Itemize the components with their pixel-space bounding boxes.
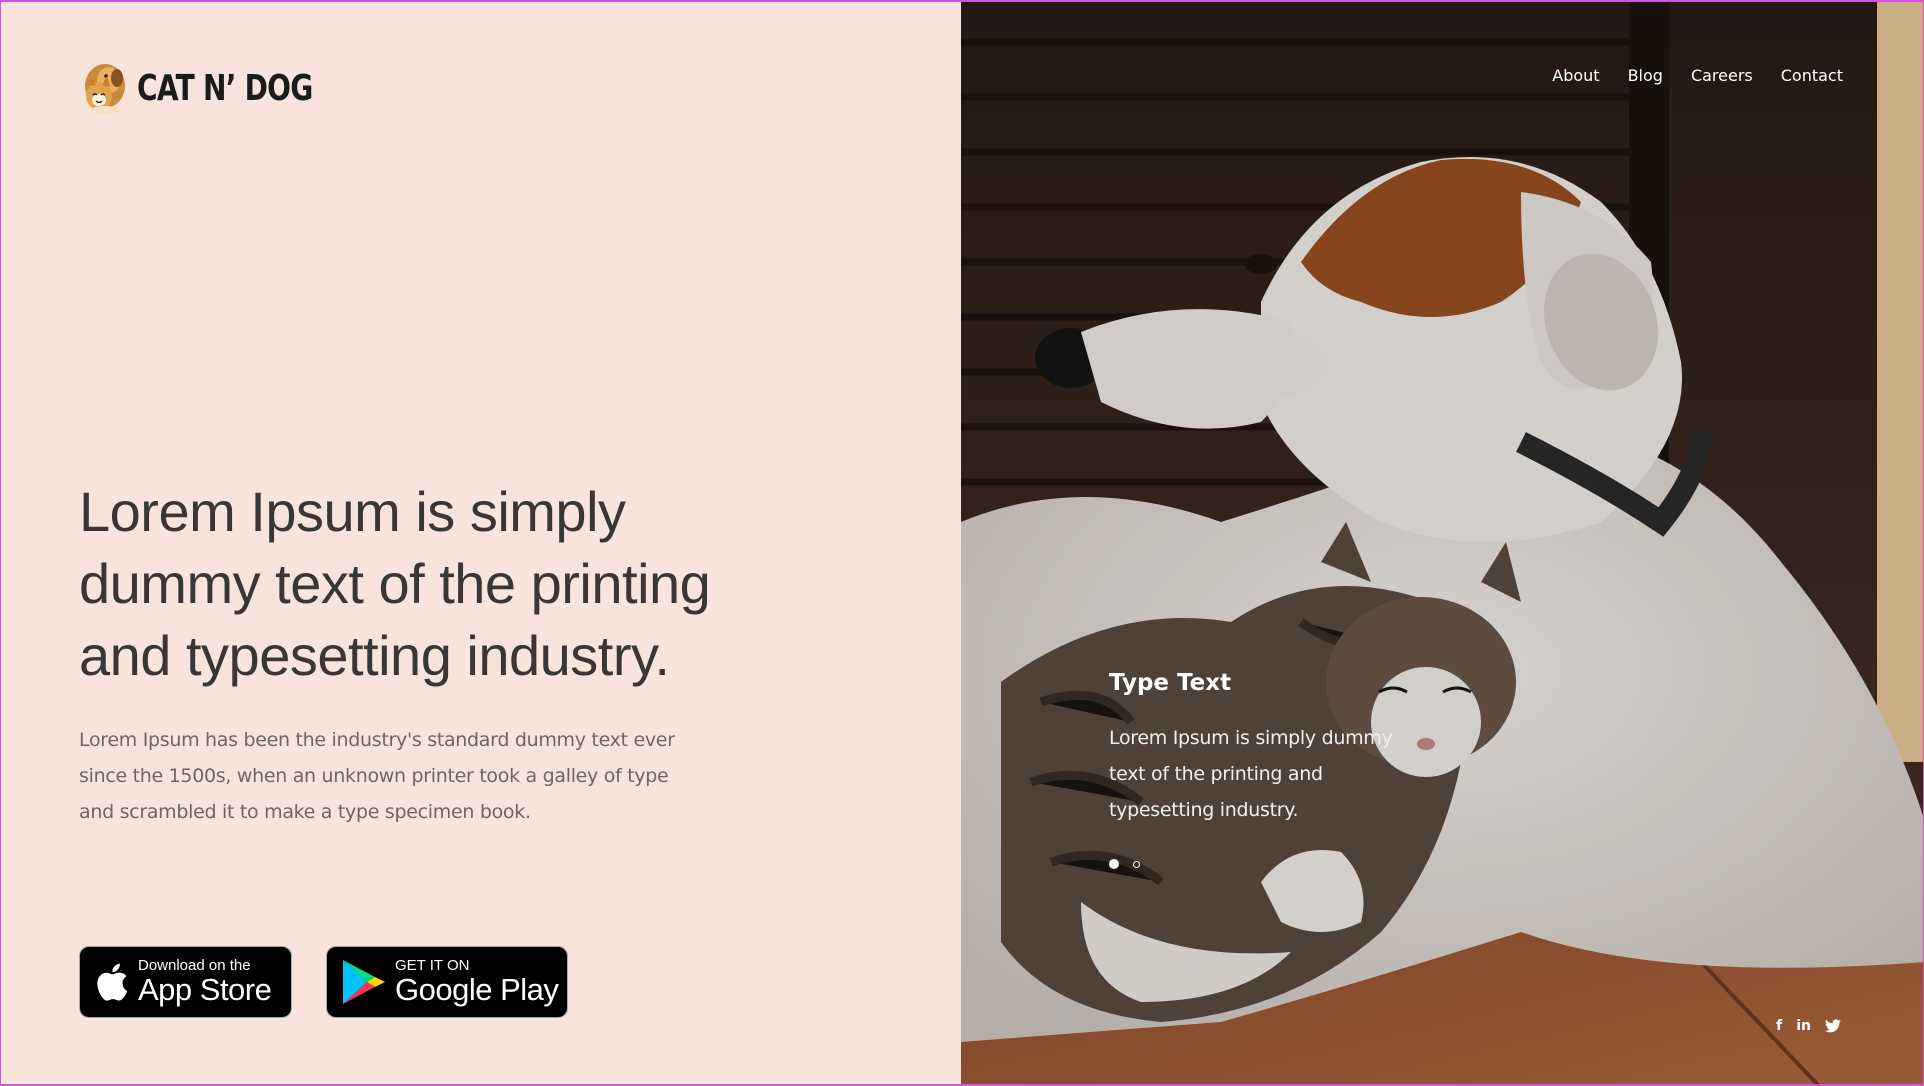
slide-caption: Type Text Lorem Ipsum is simply dummy te… [1109, 670, 1419, 828]
app-store-button[interactable]: Download on the App Store [79, 946, 292, 1018]
top-nav: About Blog Careers Contact [1552, 66, 1843, 85]
slide-dot-2[interactable] [1133, 860, 1140, 868]
slide-title: Type Text [1109, 670, 1232, 696]
app-store-big-label: App Store [138, 972, 272, 1007]
linkedin-icon[interactable]: in [1796, 1018, 1811, 1034]
hero-description: Lorem Ipsum has been the industry's stan… [79, 729, 675, 823]
slide-indicator [1109, 859, 1140, 869]
slide-dot-1[interactable] [1109, 859, 1119, 869]
apple-icon [97, 963, 128, 1001]
google-play-button[interactable]: GET IT ON Google Play [326, 946, 568, 1018]
slide-text: Lorem Ipsum is simply dummy text of the … [1109, 727, 1393, 821]
google-play-big-label: Google Play [395, 972, 559, 1007]
brand-logo[interactable]: CAT N’ DOG [79, 60, 362, 116]
facebook-icon[interactable]: f [1776, 1018, 1782, 1034]
right-panel: About Blog Careers Contact Type Text Lor… [961, 2, 1923, 1084]
left-panel: CAT N’ DOG Lorem Ipsum is simply dummy t… [1, 2, 961, 1084]
nav-about[interactable]: About [1552, 66, 1599, 85]
twitter-icon[interactable] [1825, 1019, 1841, 1033]
hero-title: Lorem Ipsum is simply dummy text of the … [79, 480, 711, 687]
brand-name: CAT N’ DOG [137, 67, 313, 109]
google-play-icon [343, 960, 385, 1004]
nav-blog[interactable]: Blog [1628, 66, 1663, 85]
social-links: f in [1776, 1018, 1841, 1034]
nav-contact[interactable]: Contact [1781, 66, 1843, 85]
nav-careers[interactable]: Careers [1691, 66, 1753, 85]
page-frame: CAT N’ DOG Lorem Ipsum is simply dummy t… [0, 0, 1924, 1086]
cat-and-dog-photo [961, 2, 1923, 1084]
cat-dog-logo-icon [85, 64, 125, 114]
